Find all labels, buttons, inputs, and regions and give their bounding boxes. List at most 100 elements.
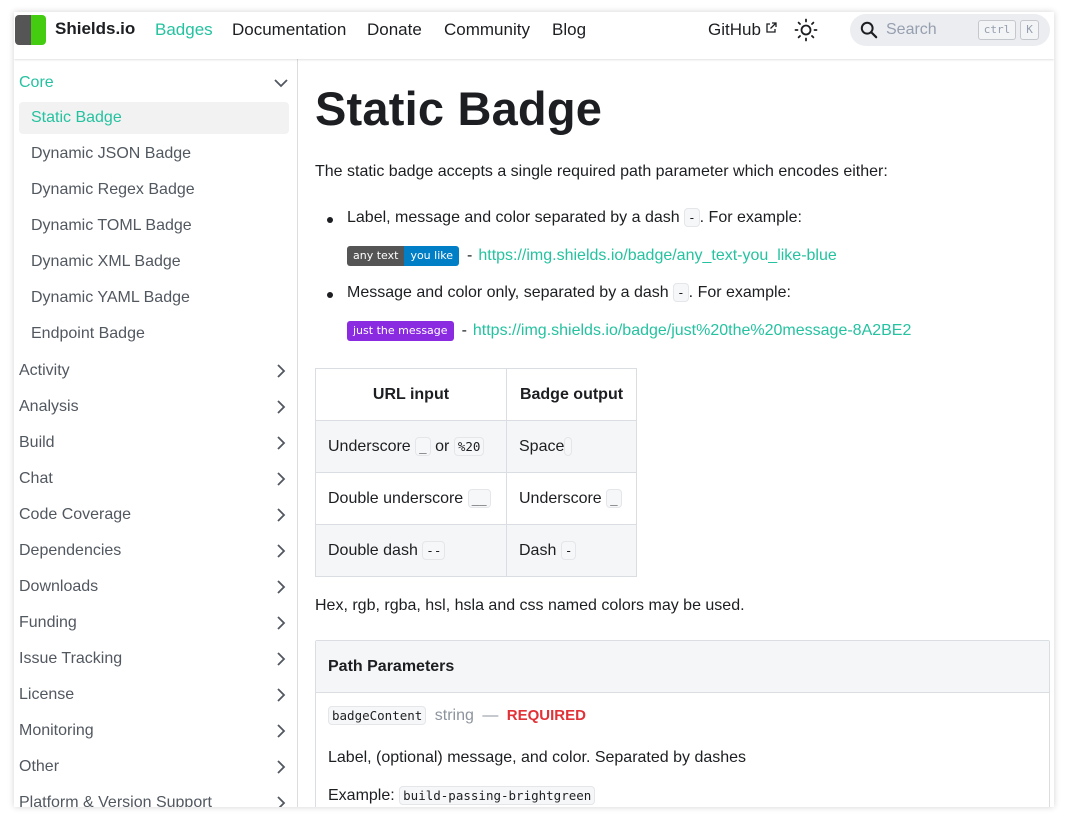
bullet-text: . For example:	[688, 284, 791, 301]
sidebar-category-chat[interactable]: Chat	[19, 464, 289, 494]
chevron-right-icon[interactable]	[273, 615, 289, 631]
sidebar-category-label: Analysis	[19, 398, 79, 415]
chevron-right-icon[interactable]	[273, 723, 289, 739]
sidebar-category-activity[interactable]: Activity	[19, 356, 289, 386]
badge-message: you like	[404, 246, 460, 266]
colors-note: Hex, rgb, rgba, hsl, hsla and css named …	[315, 597, 745, 614]
sidebar-item-dynamic-toml[interactable]: Dynamic TOML Badge	[19, 210, 289, 242]
sidebar-item-dynamic-yaml[interactable]: Dynamic YAML Badge	[19, 282, 289, 314]
sidebar-category-label: Chat	[19, 470, 53, 487]
external-link-icon	[766, 22, 777, 33]
sun-icon[interactable]	[794, 18, 818, 42]
github-label: GitHub	[708, 20, 761, 39]
nav-badges[interactable]: Badges	[155, 20, 213, 40]
sidebar-category-label: Monitoring	[19, 722, 94, 739]
example-url-link[interactable]: https://img.shields.io/badge/just%20the%…	[473, 322, 911, 340]
table-cell: Underscore _ or %20	[315, 420, 507, 473]
sidebar-category-label: Core	[19, 74, 54, 91]
sidebar-category-code-coverage[interactable]: Code Coverage	[19, 500, 289, 530]
browser-page: Shields.io Badges Documentation Donate C…	[14, 12, 1054, 807]
main-content: Static Badge The static badge accepts a …	[315, 59, 1054, 807]
sidebar-category-platform-version-support[interactable]: Platform & Version Support	[19, 788, 289, 807]
inline-code	[564, 436, 573, 456]
sidebar: Core Static Badge Dynamic JSON Badge Dyn…	[14, 59, 298, 807]
badge-message: just the message	[347, 321, 454, 341]
sidebar-item-endpoint[interactable]: Endpoint Badge	[19, 318, 289, 350]
chevron-right-icon[interactable]	[273, 363, 289, 379]
param-signature: badgeContent string — REQUIRED	[328, 706, 586, 725]
table-header: URL input	[315, 368, 507, 421]
sidebar-item-static-badge[interactable]: Static Badge	[19, 102, 289, 134]
param-type: string	[434, 707, 474, 724]
nav-github[interactable]: GitHub	[708, 20, 777, 40]
sidebar-category-monitoring[interactable]: Monitoring	[19, 716, 289, 746]
kbd-ctrl: ctrl	[978, 20, 1016, 40]
required-badge: REQUIRED	[506, 707, 586, 724]
separator: -	[467, 247, 473, 264]
inline-code: --	[422, 540, 446, 560]
sidebar-category-funding[interactable]: Funding	[19, 608, 289, 638]
chevron-right-icon[interactable]	[273, 579, 289, 595]
chevron-right-icon[interactable]	[273, 543, 289, 559]
param-separator: —	[482, 707, 499, 724]
navbar: Shields.io Badges Documentation Donate C…	[14, 12, 1054, 59]
separator: -	[461, 322, 467, 339]
table-row: Double underscore __ Underscore _	[315, 472, 637, 525]
sidebar-category-dependencies[interactable]: Dependencies	[19, 536, 289, 566]
sidebar-category-label: License	[19, 686, 75, 703]
chevron-right-icon[interactable]	[273, 507, 289, 523]
chevron-right-icon[interactable]	[273, 651, 289, 667]
table-cell: Dash -	[506, 524, 637, 577]
search-input[interactable]: Search ctrl K	[850, 14, 1050, 46]
badge-label: any text	[347, 246, 405, 266]
chevron-right-icon[interactable]	[273, 399, 289, 415]
intro-text: The static badge accepts a single requir…	[315, 163, 888, 180]
table-cell: Space	[506, 420, 637, 473]
example-row: just the message - https://img.shields.i…	[347, 321, 911, 341]
search-placeholder: Search	[886, 21, 937, 38]
encoding-table: URL input Badge output Underscore _ or %…	[315, 368, 637, 577]
example-badge: any text you like	[347, 246, 460, 266]
chevron-right-icon[interactable]	[273, 759, 289, 775]
params-heading: Path Parameters	[316, 641, 1049, 693]
sidebar-category-core[interactable]: Core	[19, 68, 289, 98]
chevron-right-icon[interactable]	[273, 435, 289, 451]
shields-logo-icon[interactable]	[15, 15, 46, 45]
sidebar-category-label: Dependencies	[19, 542, 122, 559]
inline-code: %20	[453, 436, 485, 456]
sidebar-item-dynamic-regex[interactable]: Dynamic Regex Badge	[19, 174, 289, 206]
chevron-right-icon[interactable]	[273, 471, 289, 487]
sidebar-item-dynamic-xml[interactable]: Dynamic XML Badge	[19, 246, 289, 278]
sidebar-category-build[interactable]: Build	[19, 428, 289, 458]
sidebar-category-label: Issue Tracking	[19, 650, 123, 667]
sidebar-category-label: Activity	[19, 362, 70, 379]
chevron-down-icon[interactable]	[273, 75, 289, 91]
chevron-right-icon[interactable]	[273, 687, 289, 703]
example-badge: just the message	[347, 321, 454, 341]
inline-code: __	[467, 488, 491, 508]
example-url-link[interactable]: https://img.shields.io/badge/any_text-yo…	[478, 247, 836, 265]
sidebar-category-other[interactable]: Other	[19, 752, 289, 782]
param-example: Example: build-passing-brightgreen	[328, 786, 596, 805]
sidebar-category-issue-tracking[interactable]: Issue Tracking	[19, 644, 289, 674]
page-title: Static Badge	[315, 82, 603, 135]
sidebar-category-license[interactable]: License	[19, 680, 289, 710]
sidebar-item-dynamic-json[interactable]: Dynamic JSON Badge	[19, 138, 289, 170]
nav-blog[interactable]: Blog	[552, 20, 586, 40]
sidebar-category-label: Platform & Version Support	[19, 794, 212, 807]
nav-community[interactable]: Community	[444, 20, 530, 40]
sidebar-category-downloads[interactable]: Downloads	[19, 572, 289, 602]
bullet-dot	[327, 292, 333, 298]
chevron-right-icon[interactable]	[273, 795, 289, 807]
search-icon	[860, 21, 878, 39]
sidebar-category-label: Code Coverage	[19, 506, 132, 523]
nav-donate[interactable]: Donate	[367, 20, 422, 40]
example-value: build-passing-brightgreen	[399, 786, 596, 805]
table-cell: Double underscore __	[315, 472, 507, 525]
bullet-dot	[327, 217, 333, 223]
nav-documentation[interactable]: Documentation	[232, 20, 346, 40]
sidebar-category-analysis[interactable]: Analysis	[19, 392, 289, 422]
brand-title[interactable]: Shields.io	[55, 19, 135, 39]
inline-code: _	[415, 436, 431, 456]
table-cell: Double dash --	[315, 524, 507, 577]
